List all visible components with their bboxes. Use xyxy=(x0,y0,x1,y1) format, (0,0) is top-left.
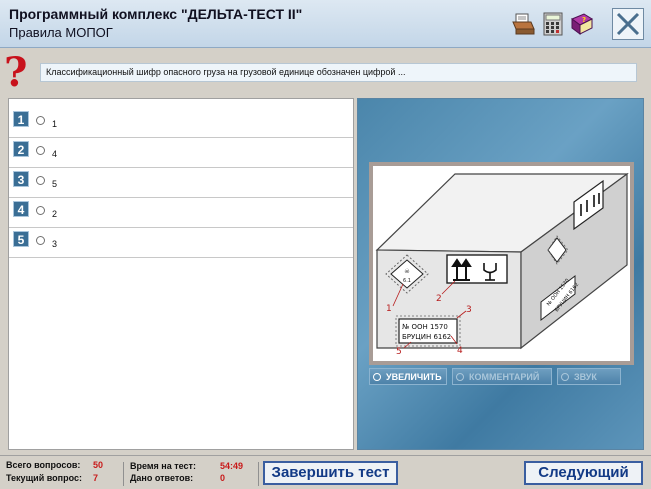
sound-button[interactable]: ЗВУК xyxy=(557,368,621,385)
callout-label: 5 xyxy=(396,347,402,357)
current-question-label: Текущий вопрос: xyxy=(6,473,82,483)
un-label-line2: БРУЦИН 6162 xyxy=(402,333,451,341)
magnifier-icon xyxy=(373,373,381,381)
time-label: Время на тест: xyxy=(130,461,196,471)
answer-text: 1 xyxy=(52,119,58,129)
answer-option[interactable]: 2 4 xyxy=(9,138,353,168)
status-divider xyxy=(123,462,124,486)
comment-button[interactable]: КОММЕНТАРИЙ xyxy=(452,368,552,385)
current-question-value: 7 xyxy=(93,473,99,483)
answer-radio[interactable] xyxy=(36,146,45,155)
answer-option[interactable]: 5 3 xyxy=(9,228,353,258)
answered-label: Дано ответов: xyxy=(130,473,194,483)
app-title: Программный комплекс "ДЕЛЬТА-ТЕСТ II" xyxy=(9,6,303,22)
close-icon xyxy=(616,12,640,36)
finish-test-button[interactable]: Завершить тест xyxy=(263,461,398,485)
question-illustration: ☠ 6.1 № ООН 1570 БРУЦИН 6162 № ООН 1570 … xyxy=(369,162,634,365)
total-questions-value: 50 xyxy=(93,460,104,470)
magnifier-icon xyxy=(456,373,464,381)
comment-button-label: КОММЕНТАРИЙ xyxy=(469,372,540,382)
answer-option[interactable]: 3 5 xyxy=(9,168,353,198)
sound-button-label: ЗВУК xyxy=(574,372,597,382)
question-mark-icon: ? xyxy=(4,49,28,96)
callout-label: 3 xyxy=(466,305,472,315)
question-text: Классификационный шифр опасного груза на… xyxy=(40,63,637,82)
calculator-icon[interactable] xyxy=(540,11,566,37)
status-divider xyxy=(258,462,259,486)
picture-pane: ☠ 6.1 № ООН 1570 БРУЦИН 6162 № ООН 1570 … xyxy=(357,98,644,450)
answer-radio[interactable] xyxy=(36,116,45,125)
next-button[interactable]: Следующий xyxy=(524,461,643,485)
app-subtitle: Правила МОПОГ xyxy=(9,25,113,40)
svg-text:☠: ☠ xyxy=(404,268,410,275)
answer-radio[interactable] xyxy=(36,236,45,245)
callout-label: 2 xyxy=(436,294,442,304)
diamond-label: 6.1 xyxy=(403,278,411,284)
title-bar: Программный комплекс "ДЕЛЬТА-ТЕСТ II" Пр… xyxy=(0,0,651,48)
answer-number: 3 xyxy=(13,171,29,187)
answer-radio[interactable] xyxy=(36,176,45,185)
answers-panel: 1 1 2 4 3 5 4 2 5 3 xyxy=(8,98,354,450)
answer-option[interactable]: 4 2 xyxy=(9,198,353,228)
answer-number: 2 xyxy=(13,141,29,157)
un-label-line1: № ООН 1570 xyxy=(402,323,448,331)
zoom-button-label: УВЕЛИЧИТЬ xyxy=(386,372,442,382)
zoom-button[interactable]: УВЕЛИЧИТЬ xyxy=(369,368,447,385)
answer-text: 2 xyxy=(52,209,58,219)
close-button[interactable] xyxy=(612,8,644,40)
cargo-box-figure: ☠ 6.1 № ООН 1570 БРУЦИН 6162 № ООН 1570 … xyxy=(375,172,629,357)
svg-text:?: ? xyxy=(582,16,586,24)
time-value: 54:49 xyxy=(220,461,244,471)
total-questions-label: Всего вопросов: xyxy=(6,460,81,470)
answer-number: 5 xyxy=(13,231,29,247)
answer-number: 4 xyxy=(13,201,29,217)
callout-label: 4 xyxy=(457,346,463,356)
answer-option[interactable]: 1 1 xyxy=(9,108,353,138)
answer-number: 1 xyxy=(13,111,29,127)
answered-value: 0 xyxy=(220,473,226,483)
answer-text: 3 xyxy=(52,239,58,249)
answer-text: 4 xyxy=(52,149,58,159)
question-row: ? Классификационный шифр опасного груза … xyxy=(0,49,651,96)
answer-radio[interactable] xyxy=(36,206,45,215)
status-bar: Всего вопросов: 50 Текущий вопрос: 7 Вре… xyxy=(0,455,651,489)
magnifier-icon xyxy=(561,373,569,381)
book-icon[interactable]: ? xyxy=(569,11,595,37)
printer-icon[interactable] xyxy=(510,11,536,37)
callout-label: 1 xyxy=(386,304,392,314)
answer-text: 5 xyxy=(52,179,58,189)
